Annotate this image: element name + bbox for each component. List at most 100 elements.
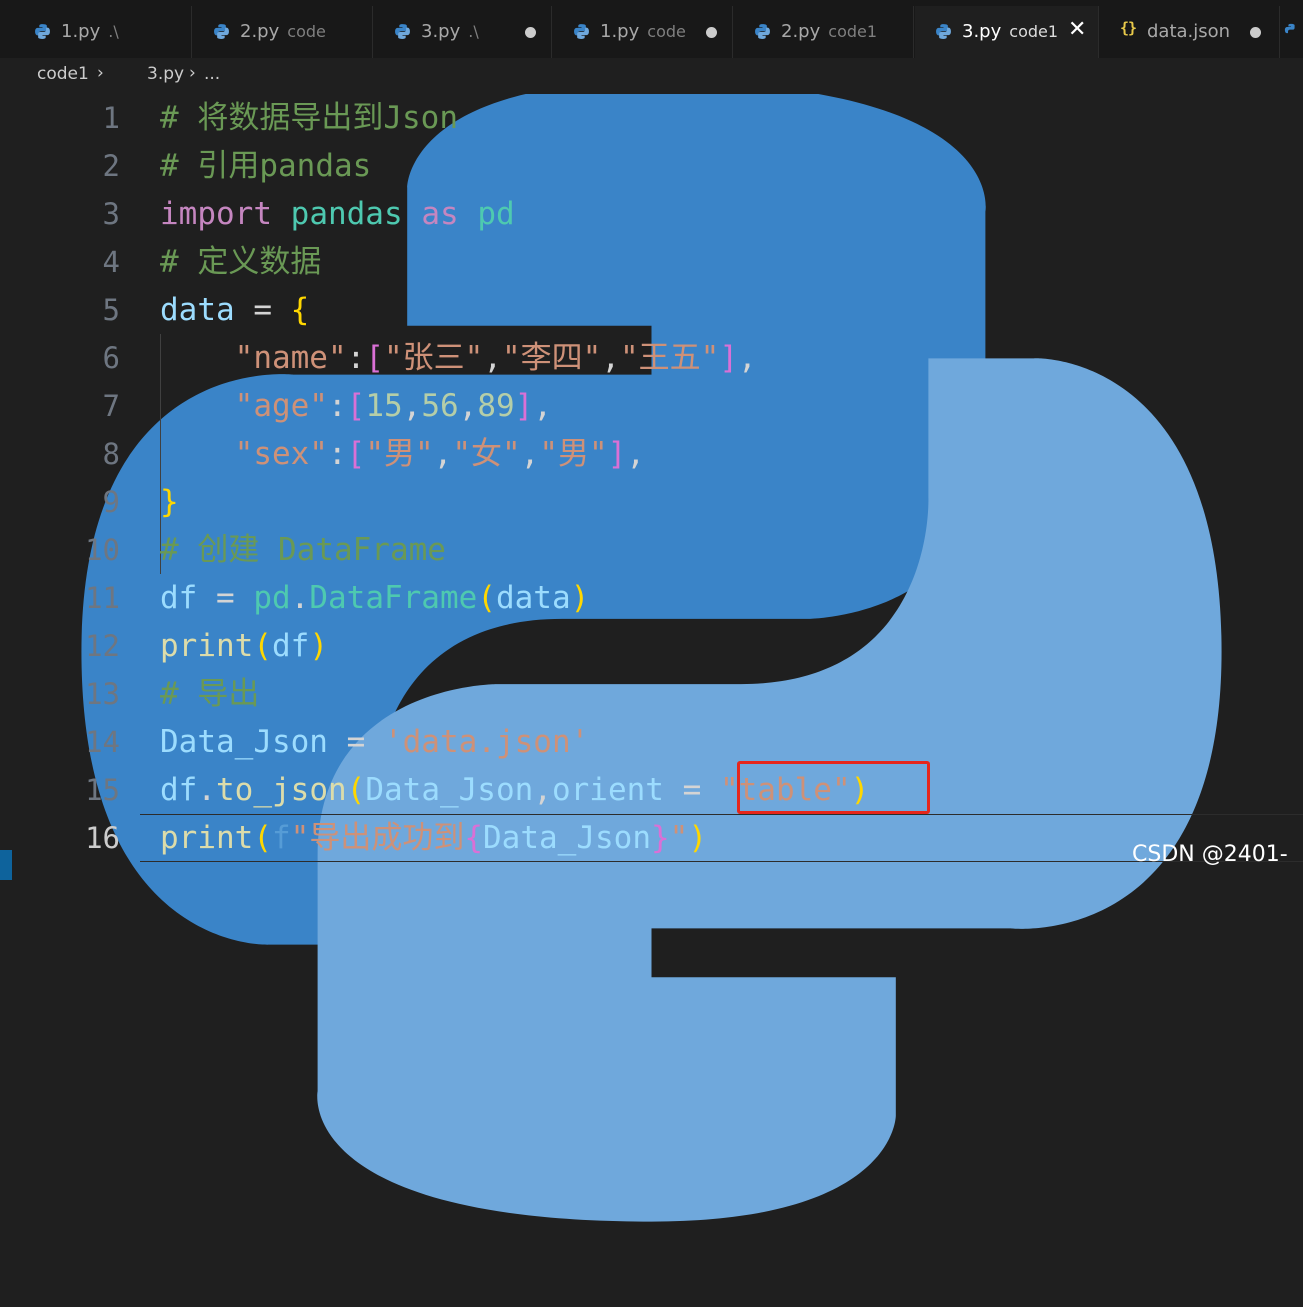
colon: : [327,436,347,472]
tab-1py-code[interactable]: 1.py code [553,6,733,58]
annotation-highlight-box [737,761,930,814]
line-number: 13 [85,677,120,711]
line-number: 1 [102,101,120,135]
code-line-8[interactable]: "sex":["男","女","男"], [160,430,645,478]
bracket: ) [309,628,328,664]
close-tab-icon[interactable]: ✕ [1068,17,1086,42]
tab-1py-root[interactable]: 1.py .\ [14,6,192,58]
bracket: ) [570,580,590,616]
watermark: CSDN @2401- [1132,842,1288,867]
module-alias: pd [477,196,515,232]
breadcrumb-folder[interactable]: code1 [37,64,89,84]
number: 15 [365,388,403,424]
unsaved-dot-icon[interactable] [525,27,536,38]
comment: # 定义数据 [160,244,322,280]
keyword-as: as [421,196,459,232]
line-number: 5 [102,293,120,327]
bracket: } [651,820,670,856]
breadcrumb-more[interactable]: ... [204,64,220,84]
code-line-4[interactable]: # 定义数据 [160,238,321,286]
line-number: 12 [85,629,120,663]
line-number: 9 [102,485,120,519]
code-line-3[interactable]: import pandas as pd [160,190,515,238]
class-name: DataFrame [309,580,478,616]
tab-3py-root[interactable]: 3.py .\ [374,6,552,58]
string: "男" [365,436,434,472]
bracket: [ [346,436,366,472]
line-number: 6 [102,341,120,375]
line-number: 10 [85,533,120,567]
variable: Data_Json [483,820,651,856]
string: 'data.json' [383,724,590,760]
line-number: 8 [102,437,120,471]
string: "男" [539,436,608,472]
python-icon[interactable] [1284,23,1298,37]
comma: , [483,340,502,376]
bracket: } [160,484,179,520]
bracket: ( [477,580,496,616]
bracket: ] [719,340,738,376]
code-line-6[interactable]: "name":["张三","李四","王五"], [160,334,757,382]
line-number: 14 [85,725,120,759]
tab-label: 2.py [781,21,821,42]
comma: , [433,436,453,472]
code-line-13[interactable]: # 导出 [160,670,259,718]
line-number: 3 [102,197,120,231]
tab-description: code1 [828,22,878,41]
code-line-10[interactable]: # 创建 DataFrame [160,526,446,574]
comma: , [402,388,422,424]
function-name: print [160,628,254,664]
code-line-11[interactable]: df = pd.DataFrame(data) [160,574,589,622]
parameter-name: orient [551,772,664,808]
tab-2py-code[interactable]: 2.py code [193,6,373,58]
tab-2py-code1[interactable]: 2.py code1 [734,6,914,58]
line-number: 11 [85,581,120,615]
unsaved-dot-icon[interactable] [706,27,717,38]
string: "导出成功到 [290,820,465,856]
comma: , [626,436,645,472]
tab-label: 3.py [421,21,461,42]
code-line-9[interactable]: } [160,478,179,526]
bracket: ] [607,436,627,472]
keyword-import: import [160,196,272,232]
python-icon [395,24,410,39]
function-name: to_json [216,772,347,808]
string: "李四" [501,340,602,376]
code-line-12[interactable]: print(df) [160,622,328,670]
comma: , [458,388,478,424]
line-number: 7 [102,389,120,423]
line-number-gutter: 1 2 3 4 5 6 7 8 9 10 11 12 13 14 15 16 [0,94,140,880]
tab-data-json[interactable]: {} data.json [1100,6,1280,58]
comment: # 创建 DataFrame [160,532,446,568]
status-bar-remote-indicator[interactable] [0,850,12,880]
comment: # 导出 [160,676,260,712]
editor-tab-bar: 1.py .\ 2.py code 3.py .\ 1.py code 2.py code… [0,0,1303,58]
tab-description: .\ [108,22,119,41]
variable: df [160,772,198,808]
tab-label: data.json [1147,21,1231,42]
comma: , [601,340,620,376]
code-line-5[interactable]: data = { [160,286,309,334]
code-line-2[interactable]: # 引用pandas [160,142,371,190]
breadcrumb: code1 › 3.py › ... [0,58,1303,94]
breadcrumb-file[interactable]: 3.py [147,64,184,84]
line-number: 4 [102,245,120,279]
string: "name" [234,340,347,376]
code-line-1[interactable]: # 将数据导出到Json [160,94,458,142]
operator: = [234,292,291,328]
bracket: ( [253,820,272,856]
chevron-right-icon: › [97,63,104,83]
bracket: { [290,292,310,328]
number: 89 [477,388,515,424]
unsaved-dot-icon[interactable] [1250,27,1261,38]
code-line-16[interactable]: print(f"导出成功到{Data_Json}") [160,814,707,862]
code-line-14[interactable]: Data_Json = 'data.json' [160,718,589,766]
string: "sex" [234,436,328,472]
operator: = [327,724,384,760]
tab-3py-code1-active[interactable]: 3.py code1 ✕ [915,6,1099,58]
code-line-7[interactable]: "age":[15,56,89], [160,382,552,430]
dot: . [197,772,216,808]
colon: : [346,340,366,376]
code-editor[interactable]: 1 2 3 4 5 6 7 8 9 10 11 12 13 14 15 16 #… [0,94,1303,880]
